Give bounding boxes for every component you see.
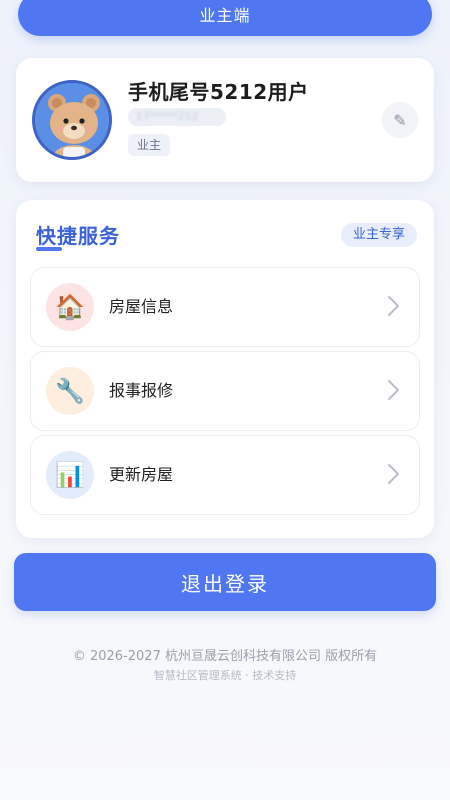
title-underline xyxy=(36,247,62,251)
chevron-right-icon xyxy=(388,296,399,316)
role-header-label: 业主端 xyxy=(199,6,251,25)
edit-profile-button[interactable]: ✎ xyxy=(382,102,418,138)
avatar[interactable] xyxy=(32,80,112,160)
service-label: 房屋信息 xyxy=(109,297,174,316)
logout-button[interactable]: 退出登录 xyxy=(14,553,436,611)
owner-exclusive-tag: 业主专享 xyxy=(341,223,418,247)
quick-services-card: 快捷服务 业主专享 🏠 房屋信息 🔧 报事报修 📊 更新房屋 xyxy=(16,200,434,538)
role-header-bar: 业主端 xyxy=(18,0,432,36)
chevron-right-icon xyxy=(388,380,399,400)
chart-icon: 📊 xyxy=(46,451,94,499)
service-item-update-house[interactable]: 📊 更新房屋 xyxy=(30,435,420,515)
role-badge: 业主 xyxy=(128,134,171,156)
copyright-text: © 2026-2027 杭州亘晟云创科技有限公司 版权所有 xyxy=(72,649,378,664)
wrench-icon: 🔧 xyxy=(46,367,94,415)
service-label: 报事报修 xyxy=(109,381,174,400)
house-icon: 🏠 xyxy=(46,283,94,331)
tech-support-text: 智慧社区管理系统 · 技术支持 xyxy=(153,669,297,682)
chevron-right-icon xyxy=(388,464,399,484)
section-title: 快捷服务 xyxy=(36,224,120,248)
logout-label: 退出登录 xyxy=(181,571,269,596)
phone-number-masked: 17*****212 xyxy=(128,108,226,126)
bear-avatar-icon xyxy=(35,83,109,157)
profile-card: 手机尾号5212用户 17*****212 业主 ✎ xyxy=(16,58,434,182)
service-label: 更新房屋 xyxy=(109,465,174,484)
pencil-icon: ✎ xyxy=(393,110,407,130)
service-item-repair[interactable]: 🔧 报事报修 xyxy=(30,351,420,431)
username: 手机尾号5212用户 xyxy=(128,80,309,104)
service-item-house-info[interactable]: 🏠 房屋信息 xyxy=(30,267,420,347)
